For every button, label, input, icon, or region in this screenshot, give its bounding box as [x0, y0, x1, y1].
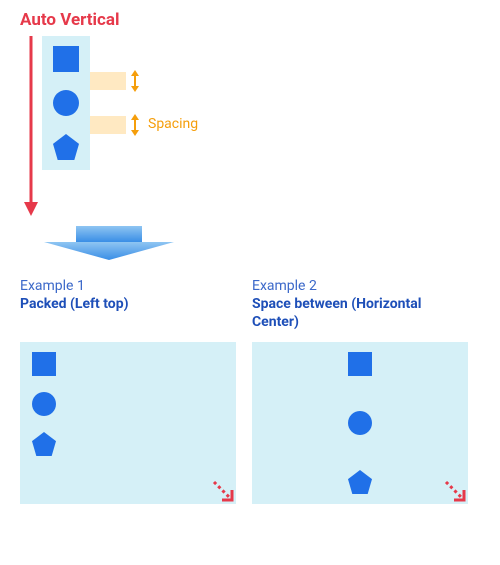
spacing-label: Spacing — [148, 116, 198, 132]
square-shape-icon — [348, 352, 372, 376]
spacing-bar — [90, 116, 126, 134]
spacing-bar — [90, 72, 126, 90]
spacing-arrow-icon — [128, 70, 142, 92]
pentagon-shape-icon — [53, 134, 79, 160]
example-title: Packed (Left top) — [20, 296, 236, 332]
top-diagram: Spacing — [20, 36, 480, 216]
example-panel-packed — [20, 342, 236, 504]
spacing-arrow-icon — [128, 114, 142, 136]
spacing-annotation: Spacing — [90, 36, 220, 186]
example-panel-space-between — [252, 342, 468, 504]
example-2: Example 2 Space between (Horizontal Cent… — [252, 278, 468, 504]
diagram-title: Auto Vertical — [20, 10, 480, 30]
resize-handle-arrow-icon — [208, 476, 242, 510]
example-1: Example 1 Packed (Left top) — [20, 278, 236, 504]
circle-shape-icon — [32, 392, 56, 416]
vertical-auto-box — [42, 36, 90, 170]
example-title: Space between (Horizontal Center) — [252, 296, 468, 332]
circle-shape-icon — [53, 90, 79, 116]
pentagon-shape-icon — [348, 470, 372, 494]
transition-arrow-down-icon — [44, 226, 174, 260]
square-shape-icon — [53, 46, 79, 72]
square-shape-icon — [32, 352, 56, 376]
transition-arrow — [44, 226, 480, 264]
example-label: Example 1 — [20, 278, 236, 294]
examples-row: Example 1 Packed (Left top) Example 2 Sp… — [20, 278, 480, 504]
resize-handle-arrow-icon — [440, 476, 474, 510]
example-label: Example 2 — [252, 278, 468, 294]
circle-shape-icon — [348, 411, 372, 435]
flow-arrow-down-icon — [20, 36, 42, 216]
pentagon-shape-icon — [32, 432, 56, 456]
